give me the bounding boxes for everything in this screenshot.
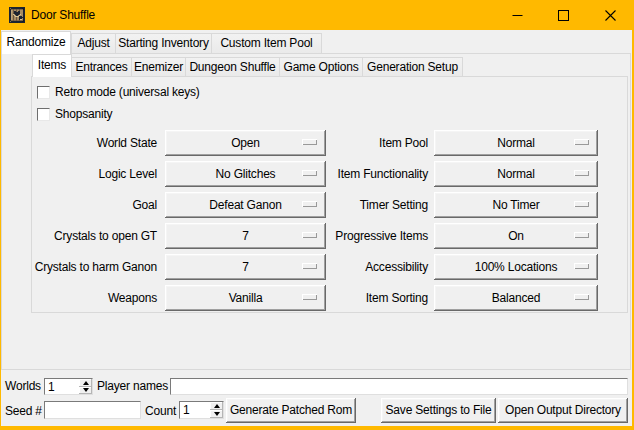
crystals-gt-value: 7 xyxy=(242,229,248,243)
goal-value: Defeat Ganon xyxy=(209,198,281,212)
tab-adjust[interactable]: Adjust xyxy=(71,33,116,53)
crystals-ganon-value: 7 xyxy=(242,260,248,274)
dropdown-indicator-icon xyxy=(574,170,589,176)
item-sorting-dropdown[interactable]: Balanced xyxy=(434,285,598,311)
weapons-dropdown[interactable]: Vanilla xyxy=(165,285,326,311)
item-functionality-dropdown[interactable]: Normal xyxy=(434,161,598,187)
goal-label: Goal xyxy=(20,192,157,218)
spin-down-icon xyxy=(214,412,220,416)
dropdown-indicator-icon xyxy=(574,263,589,269)
dropdown-indicator-icon xyxy=(302,294,317,300)
close-button[interactable] xyxy=(587,0,634,30)
dropdown-indicator-icon xyxy=(574,232,589,238)
tab-game-options[interactable]: Game Options xyxy=(279,57,363,76)
dropdown-indicator-icon xyxy=(302,170,317,176)
retro-mode-checkbox[interactable] xyxy=(37,86,50,99)
shopsanity-label: Shopsanity xyxy=(55,107,112,122)
app-window: Door Shuffle Randomize Adjust Starting I… xyxy=(0,0,634,430)
count-input[interactable] xyxy=(180,402,210,418)
progressive-items-value: On xyxy=(508,229,524,243)
minimize-button[interactable] xyxy=(494,0,540,30)
spin-down-icon xyxy=(83,388,89,392)
timer-setting-value: No Timer xyxy=(492,198,539,212)
tab-items[interactable]: Items xyxy=(32,54,72,77)
item-functionality-label: Item Functionality xyxy=(322,161,428,187)
worlds-spinbox[interactable] xyxy=(44,378,93,395)
crystals-gt-dropdown[interactable]: 7 xyxy=(165,223,326,249)
item-pool-label: Item Pool xyxy=(322,130,428,156)
worlds-spin-down[interactable] xyxy=(79,387,92,395)
dropdown-indicator-icon xyxy=(302,139,317,145)
generate-button[interactable]: Generate Patched Rom xyxy=(226,398,356,423)
dropdown-indicator-icon xyxy=(302,263,317,269)
player-names-label: Player names xyxy=(97,378,168,394)
minimize-icon xyxy=(512,10,523,21)
tab-generation-setup[interactable]: Generation Setup xyxy=(362,57,463,76)
weapons-value: Vanilla xyxy=(229,291,263,305)
item-functionality-value: Normal xyxy=(497,167,534,181)
logic-level-value: No Glitches xyxy=(216,167,276,181)
seed-input[interactable] xyxy=(44,401,141,419)
accessibility-dropdown[interactable]: 100% Locations xyxy=(434,254,598,280)
spin-up-icon xyxy=(214,404,220,408)
open-output-button[interactable]: Open Output Directory xyxy=(498,398,628,423)
dropdown-indicator-icon xyxy=(574,294,589,300)
accessibility-value: 100% Locations xyxy=(475,260,558,274)
player-names-input[interactable] xyxy=(170,378,628,395)
accessibility-label: Accessibility xyxy=(322,254,428,280)
count-spin-down[interactable] xyxy=(210,410,223,418)
goal-dropdown[interactable]: Defeat Ganon xyxy=(165,192,326,218)
maximize-button[interactable] xyxy=(540,0,587,30)
progressive-items-label: Progressive Items xyxy=(322,223,428,249)
maximize-icon xyxy=(558,10,569,21)
tab-enemizer[interactable]: Enemizer xyxy=(131,57,186,76)
door-icon xyxy=(9,7,25,23)
tab-randomize[interactable]: Randomize xyxy=(1,31,71,54)
crystals-ganon-label: Crystals to harm Ganon xyxy=(20,254,157,280)
count-label: Count xyxy=(145,403,176,419)
shopsanity-checkbox[interactable] xyxy=(37,108,50,121)
tab-custom-item-pool[interactable]: Custom Item Pool xyxy=(211,33,322,53)
crystals-gt-label: Crystals to open GT xyxy=(20,223,157,249)
world-state-dropdown[interactable]: Open xyxy=(165,130,326,156)
crystals-ganon-dropdown[interactable]: 7 xyxy=(165,254,326,280)
dropdown-indicator-icon xyxy=(302,232,317,238)
tab-entrances[interactable]: Entrances xyxy=(71,57,132,76)
progressive-items-dropdown[interactable]: On xyxy=(434,223,598,249)
item-pool-value: Normal xyxy=(497,136,534,150)
world-state-value: Open xyxy=(231,136,260,150)
weapons-label: Weapons xyxy=(20,285,157,311)
item-pool-dropdown[interactable]: Normal xyxy=(434,130,598,156)
close-icon xyxy=(605,10,616,21)
logic-level-dropdown[interactable]: No Glitches xyxy=(165,161,326,187)
worlds-label: Worlds xyxy=(5,378,41,394)
retro-mode-label: Retro mode (universal keys) xyxy=(55,85,200,100)
logic-level-label: Logic Level xyxy=(20,161,157,187)
save-settings-button[interactable]: Save Settings to File xyxy=(381,398,496,423)
dropdown-indicator-icon xyxy=(574,139,589,145)
worlds-input[interactable] xyxy=(45,379,79,394)
count-spinbox[interactable] xyxy=(179,401,224,419)
seed-label: Seed # xyxy=(5,403,42,419)
count-spin-up[interactable] xyxy=(210,402,223,410)
timer-setting-dropdown[interactable]: No Timer xyxy=(434,192,598,218)
worlds-spin-up[interactable] xyxy=(79,379,92,387)
tab-starting-inventory[interactable]: Starting Inventory xyxy=(115,33,212,53)
window-title: Door Shuffle xyxy=(31,0,95,30)
timer-setting-label: Timer Setting xyxy=(322,192,428,218)
dropdown-indicator-icon xyxy=(574,201,589,207)
world-state-label: World State xyxy=(20,130,157,156)
item-sorting-label: Item Sorting xyxy=(322,285,428,311)
item-sorting-value: Balanced xyxy=(492,291,540,305)
spin-up-icon xyxy=(83,381,89,385)
tab-dungeon-shuffle[interactable]: Dungeon Shuffle xyxy=(185,57,280,76)
dropdown-indicator-icon xyxy=(302,201,317,207)
